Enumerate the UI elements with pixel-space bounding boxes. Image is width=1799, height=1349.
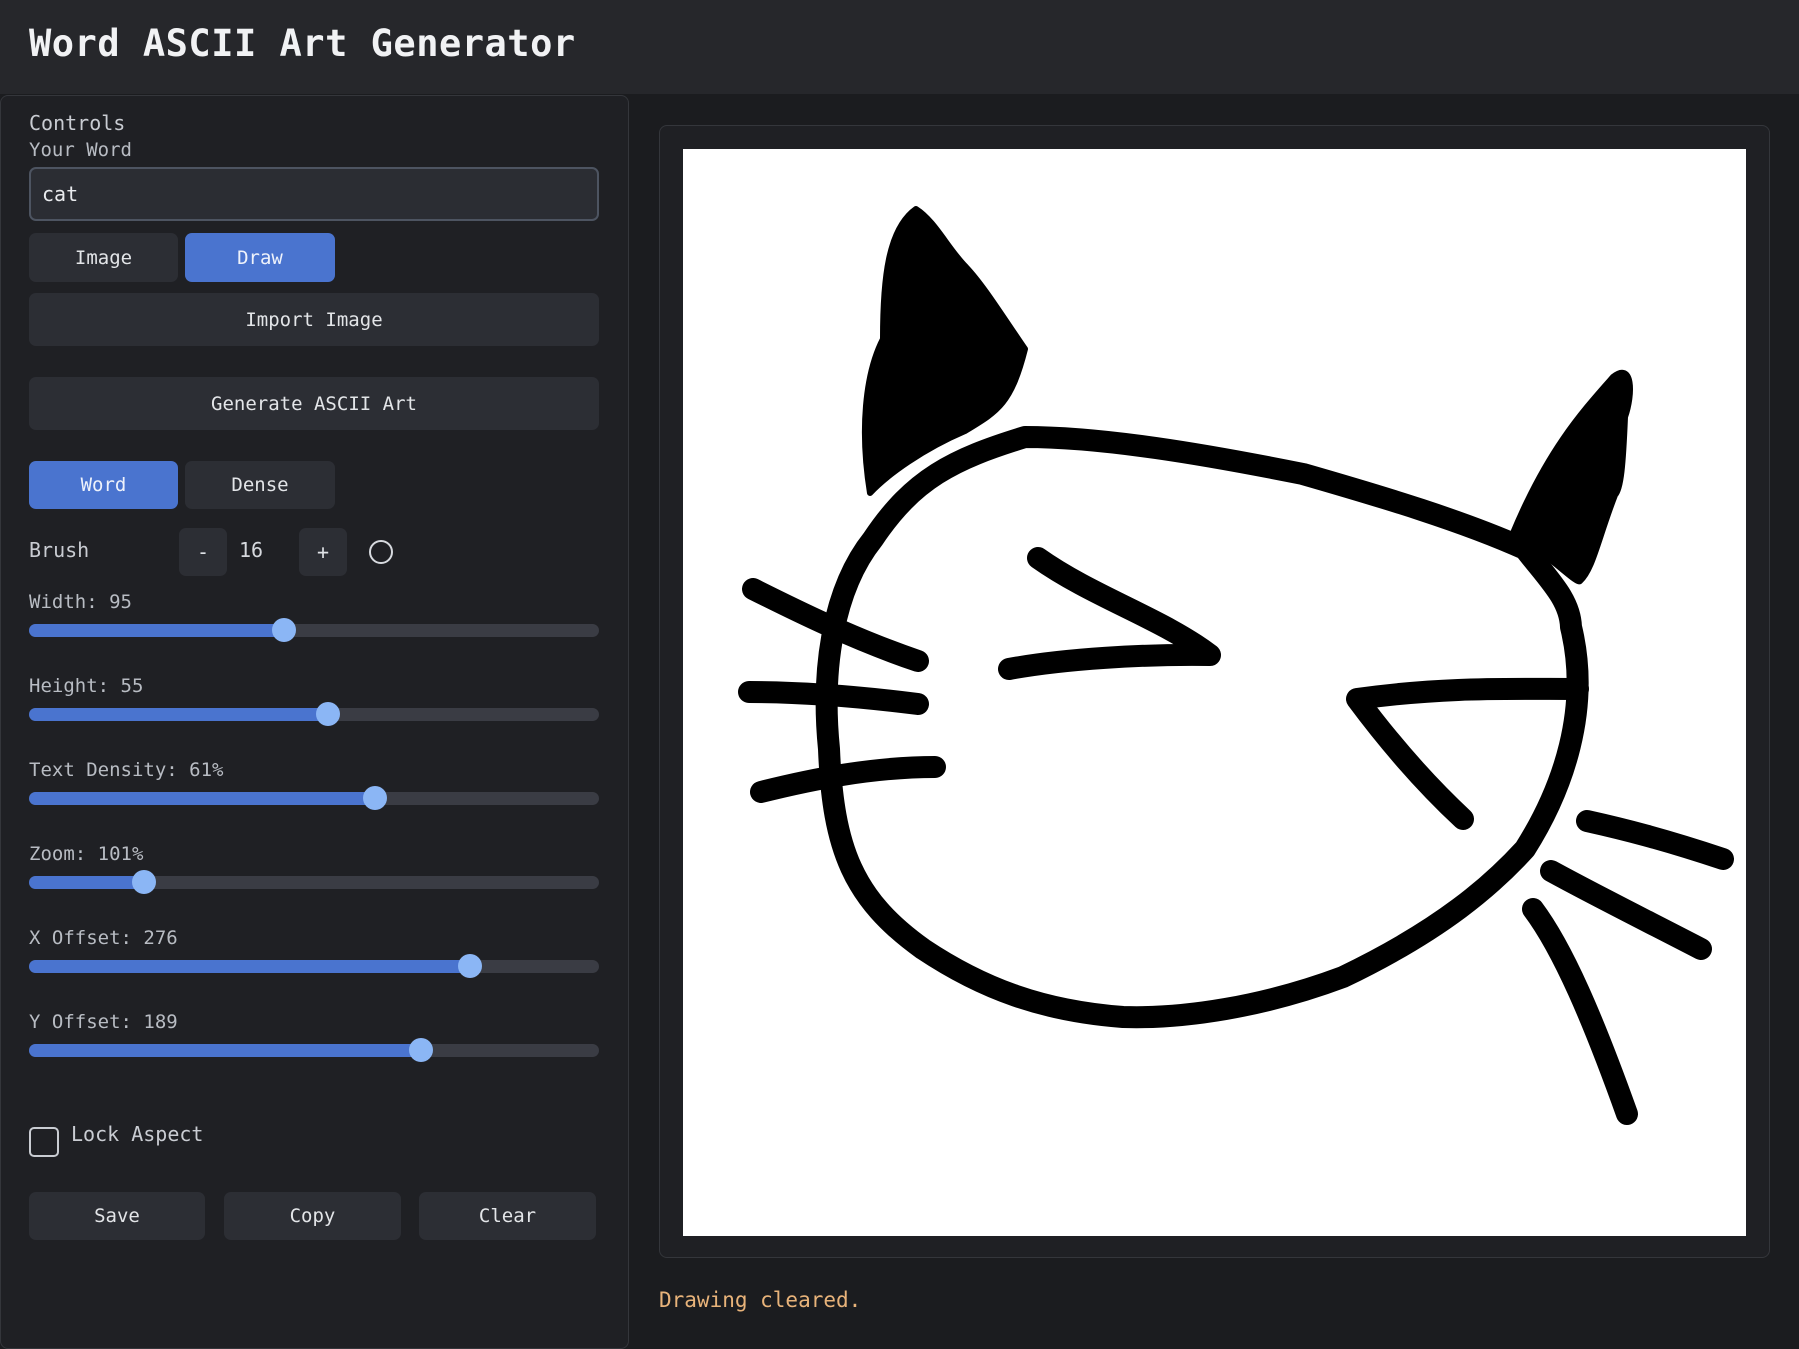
drawing-canvas[interactable] [683,149,1746,1236]
status-message: Drawing cleared. [659,1288,862,1312]
slider-thumb[interactable] [457,954,482,978]
lock-aspect-label: Lock Aspect [71,1122,204,1146]
slider-thumb[interactable] [271,618,296,642]
dense-render-button[interactable]: Dense [185,461,335,509]
slider[interactable] [29,870,599,894]
copy-button[interactable]: Copy [224,1192,401,1240]
word-label: Your Word [29,139,132,161]
brush-increase-button[interactable]: + [299,528,347,576]
slider-label: Zoom: 101% [29,843,144,865]
lock-aspect-checkbox[interactable] [29,1127,59,1157]
left-whisker-2 [738,681,929,715]
slider-thumb[interactable] [132,870,157,894]
app-title: Word ASCII Art Generator [29,22,576,65]
controls-heading: Controls [29,111,126,135]
generate-ascii-button[interactable]: Generate ASCII Art [29,377,599,430]
right-whisker-3 [1522,898,1638,1125]
brush-decrease-button[interactable]: - [179,528,227,576]
slider-label: X Offset: 276 [29,927,178,949]
slider-label: Text Density: 61% [29,759,224,781]
import-image-button[interactable]: Import Image [29,293,599,346]
left-whisker-3 [750,756,946,803]
slider-fill [29,960,470,973]
clear-button[interactable]: Clear [419,1192,596,1240]
slider-fill [29,624,284,637]
slider-fill [29,876,145,889]
left-eye [998,547,1221,680]
right-whisker-2 [1540,860,1712,960]
brush-label: Brush [29,538,90,562]
slider[interactable] [29,954,599,978]
word-render-button[interactable]: Word [29,461,178,509]
cat-drawing [738,206,1734,1125]
brush-size-value: 16 [239,538,264,562]
slider-fill [29,708,329,721]
slider-thumb[interactable] [362,786,387,810]
slider-label: Y Offset: 189 [29,1011,178,1033]
slider-label: Width: 95 [29,591,132,613]
slider[interactable] [29,786,599,810]
right-whisker-1 [1576,810,1734,870]
save-button[interactable]: Save [29,1192,205,1240]
slider-thumb[interactable] [408,1038,433,1062]
slider[interactable] [29,1038,599,1062]
controls-panel [0,95,629,1349]
slider-label: Height: 55 [29,675,144,697]
draw-mode-button[interactable]: Draw [185,233,335,282]
slider-fill [29,1044,421,1057]
word-input[interactable] [29,167,599,221]
image-mode-button[interactable]: Image [29,233,178,282]
slider[interactable] [29,618,599,642]
app-header: Word ASCII Art Generator [0,0,1799,94]
face-outline [815,426,1589,1029]
slider-fill [29,792,375,805]
brush-preview-icon [369,540,393,564]
slider[interactable] [29,702,599,726]
